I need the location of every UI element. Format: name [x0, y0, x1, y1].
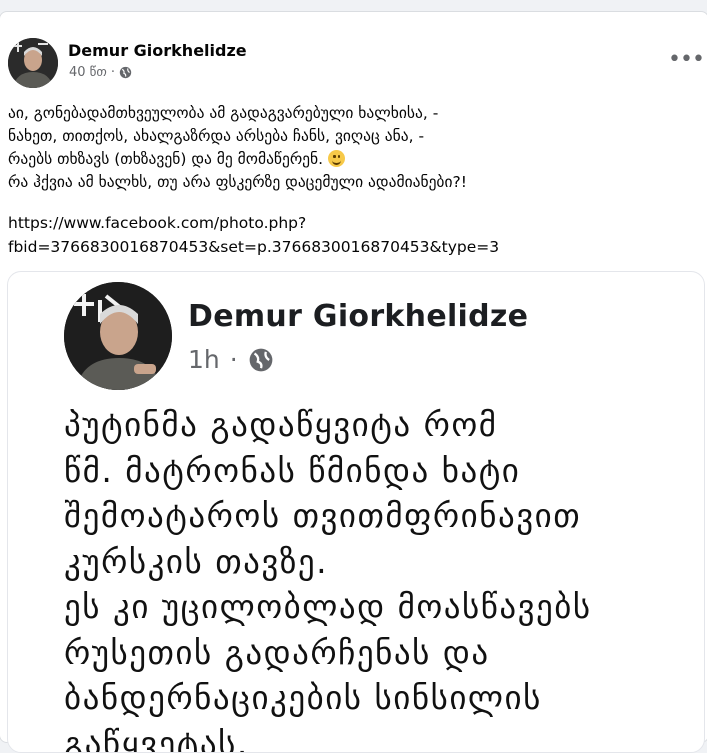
post-link[interactable]: https://www.facebook.com/photo.php? fbid… [8, 211, 688, 259]
post-text-line: აი, გონებადამთხვეულობა ამ გადაგვარებული … [8, 102, 688, 125]
screenshot-meta-separator: · [230, 345, 238, 374]
screenshot-text-line: ეს კი უცილობლად მოასწავებს [64, 584, 704, 630]
post-meta: 40 წთ · [69, 65, 132, 80]
screenshot-author-name: Demur Giorkhelidze [188, 299, 528, 334]
post-text: აი, გონებადამთხვეულობა ამ გადაგვარებული … [8, 102, 688, 194]
author-avatar[interactable] [8, 38, 58, 88]
more-options-icon[interactable]: ••• [668, 50, 698, 70]
screenshot-text-line: რუსეთის გადარჩენას და [64, 630, 704, 676]
post-text-line: ნახეთ, თითქოს, ახალგაზრდა არსება ჩანს, ვ… [8, 125, 688, 148]
shared-screenshot-image[interactable]: Demur Giorkhelidze 1h · პუტინმა გადაწყვი… [7, 271, 705, 753]
screenshot-body-text: პუტინმა გადაწყვიტა რომ წმ. მატრონას წმინ… [64, 402, 704, 753]
post-text-line: რა ჰქვია ამ ხალხს, თუ არა ფსკერზე დაცემუ… [8, 171, 688, 194]
screenshot-avatar-photo [64, 282, 172, 390]
post-link-line[interactable]: fbid=3766830016870453&set=p.376683001687… [8, 235, 688, 259]
post-time[interactable]: 40 წთ [69, 65, 107, 80]
post-card: Demur Giorkhelidze 40 წთ · ••• აი, გონებ… [0, 11, 707, 743]
screenshot-text-line: წმ. მატრონას წმინდა ხატი [64, 448, 704, 494]
smiling-face-emoji [328, 150, 345, 167]
post-link-line[interactable]: https://www.facebook.com/photo.php? [8, 211, 688, 235]
globe-icon [119, 66, 132, 79]
screenshot-avatar [64, 282, 172, 390]
screenshot-time: 1h [188, 345, 220, 374]
avatar-photo [8, 38, 58, 88]
screenshot-text-line: ბანდერნაციკების სინსილის [64, 675, 704, 721]
author-name[interactable]: Demur Giorkhelidze [68, 41, 247, 60]
screenshot-text-line: კურსკის თავზე. [64, 539, 704, 585]
screenshot-meta: 1h · [188, 345, 274, 374]
post-text-line: რაებს თხზავს (თხზავენ) და მე მომაწერენ. [8, 148, 688, 171]
screenshot-text-line: გაწყვეტას. [64, 721, 704, 753]
screenshot-text-line: პუტინმა გადაწყვიტა რომ [64, 402, 704, 448]
screenshot-globe-icon [248, 347, 274, 373]
meta-separator: · [111, 65, 115, 80]
post-text-line-content: რაებს თხზავს (თხზავენ) და მე მომაწერენ. [8, 150, 328, 168]
screenshot-text-line: შემოატაროს თვითმფრინავით [64, 493, 704, 539]
